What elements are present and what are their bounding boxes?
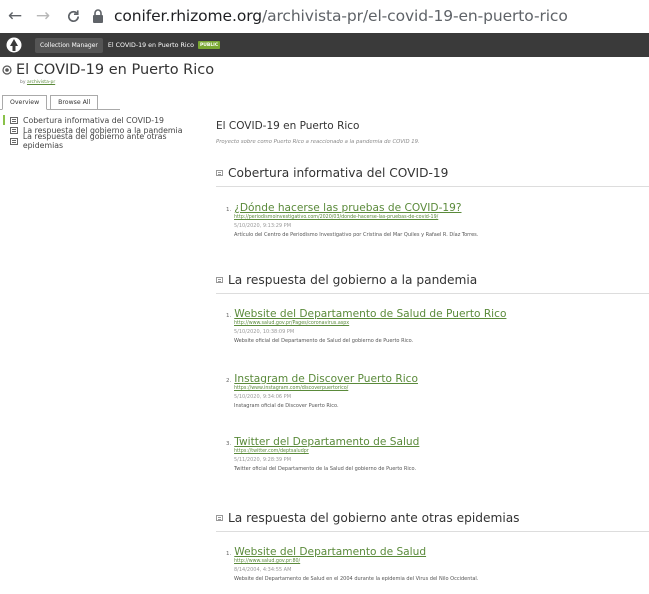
list-item: 1. Website del Departamento de Salud htt… (226, 546, 478, 582)
sidebar-item-label: Cobertura informativa del COVID-19 (23, 115, 164, 125)
entry-description: Instagram oficial de Discover Puerto Ric… (234, 403, 339, 409)
collection-title: El COVID-19 en Puerto Rico (16, 62, 215, 78)
entry-description: Website oficial del Departamento de Salu… (234, 338, 414, 344)
page-description: Proyecto sobre como Puerto Rico a reacci… (216, 139, 420, 145)
entry-url-link[interactable]: http://periodismoinvestigativo.com/2020/… (234, 215, 478, 220)
page-title: El COVID-19 en Puerto Rico (216, 120, 360, 132)
forward-arrow-icon[interactable]: → (34, 6, 52, 26)
entry-url-link[interactable]: https://www.instagram.com/discoverpuerto… (234, 386, 418, 391)
list-item: 2. Instagram de Discover Puerto Rico htt… (226, 373, 418, 409)
entry-date: 8/14/2004, 4:34:55 AM (234, 567, 292, 573)
list-item: 1. ¿Dónde hacerse las pruebas de COVID-1… (226, 202, 478, 238)
collection-title-row: El COVID-19 en Puerto Rico (2, 62, 214, 78)
app-header: Collection Manager El COVID-19 en Puerto… (0, 33, 649, 57)
entry-description: Artículo del Centro de Periodismo Invest… (234, 232, 479, 238)
entry-description: Twitter oficial del Departamento de la S… (234, 466, 417, 472)
conifer-logo-icon[interactable] (3, 33, 25, 57)
url-host: conifer.rhizome.org (114, 7, 262, 25)
section-title: La respuesta del gobierno a la pandemia (228, 273, 478, 287)
browser-toolbar: ← → conifer.rhizome.org/archivista-pr/el… (0, 0, 649, 32)
list-item: 3. Twitter del Departamento de Salud htt… (226, 436, 419, 472)
sidebar-item-cobertura[interactable]: Cobertura informativa del COVID-19 (0, 115, 205, 126)
entry-date: 5/10/2020, 10:38:09 PM (234, 329, 295, 335)
section-cobertura: Cobertura informativa del COVID-19 (216, 164, 649, 187)
by-prefix: by (20, 80, 26, 85)
tab-browse-all[interactable]: Browse All (50, 95, 99, 110)
owner-link[interactable]: archivista-pr (27, 80, 55, 85)
entry-title-link[interactable]: Website del Departamento de Salud (234, 546, 426, 558)
entry-number: 1. (226, 313, 232, 319)
sidebar-item-respuesta-epidemias[interactable]: La respuesta del gobierno ante otras epi… (0, 132, 205, 150)
list-icon (216, 515, 223, 521)
collection-manager-button[interactable]: Collection Manager (35, 37, 103, 53)
entry-title-link[interactable]: ¿Dónde hacerse las pruebas de COVID-19? (234, 202, 461, 214)
entry-title-link[interactable]: Twitter del Departamento de Salud (234, 436, 419, 448)
sidebar-item-label: La respuesta del gobierno ante otras epi… (22, 132, 167, 151)
list-item: 1. Website del Departamento de Salud de … (226, 308, 506, 344)
back-arrow-icon[interactable]: ← (6, 6, 24, 26)
list-icon (10, 116, 18, 124)
collection-owner: by archivista-pr (20, 80, 55, 85)
breadcrumb[interactable]: El COVID-19 en Puerto Rico (108, 42, 194, 49)
section-respuesta-pandemia: La respuesta del gobierno a la pandemia (216, 271, 649, 294)
list-icon (216, 277, 223, 283)
indicator-spacer (3, 136, 5, 146)
list-icon (9, 137, 18, 145)
section-divider (216, 531, 649, 532)
active-indicator (3, 115, 5, 126)
visibility-icon (2, 65, 12, 75)
tab-bar: Overview Browse All (2, 95, 101, 110)
section-divider (216, 186, 649, 187)
entry-url-link[interactable]: http://www.salud.gov.pr:80/ (234, 559, 478, 564)
public-badge: PUBLIC (197, 41, 221, 49)
section-title: La respuesta del gobierno ante otras epi… (228, 511, 520, 525)
entry-date: 5/10/2020, 9:34:06 PM (234, 394, 292, 400)
entry-number: 2. (226, 378, 232, 384)
entry-date: 5/11/2020, 9:28:39 PM (234, 457, 292, 463)
entry-number: 1. (226, 207, 232, 213)
entry-date: 5/10/2020, 9:13:29 PM (234, 223, 292, 229)
list-icon (216, 170, 223, 176)
lock-icon (93, 9, 103, 23)
entry-number: 3. (226, 441, 232, 447)
section-respuesta-epidemias: La respuesta del gobierno ante otras epi… (216, 509, 649, 532)
entry-url-link[interactable]: http://www.salud.gov.pr/Pages/coronaviru… (234, 321, 506, 326)
url-path: /archivista-pr/el-covid-19-en-puerto-ric… (261, 7, 568, 25)
section-title: Cobertura informativa del COVID-19 (228, 166, 449, 180)
indicator-spacer (3, 126, 5, 136)
sidebar: Cobertura informativa del COVID-19 La re… (0, 115, 205, 150)
entry-title-link[interactable]: Instagram de Discover Puerto Rico (234, 373, 418, 385)
entry-url-link[interactable]: https://twitter.com/deptsaludpr (234, 449, 419, 454)
entry-title-link[interactable]: Website del Departamento de Salud de Pue… (234, 308, 506, 320)
entry-number: 1. (226, 551, 232, 557)
section-divider (216, 293, 649, 294)
address-bar[interactable]: conifer.rhizome.org/archivista-pr/el-cov… (92, 4, 649, 28)
entry-description: Website del Departamento de Salud en el … (234, 576, 479, 582)
tab-overview[interactable]: Overview (2, 95, 48, 110)
reload-icon[interactable] (64, 7, 82, 25)
list-icon (10, 127, 18, 135)
